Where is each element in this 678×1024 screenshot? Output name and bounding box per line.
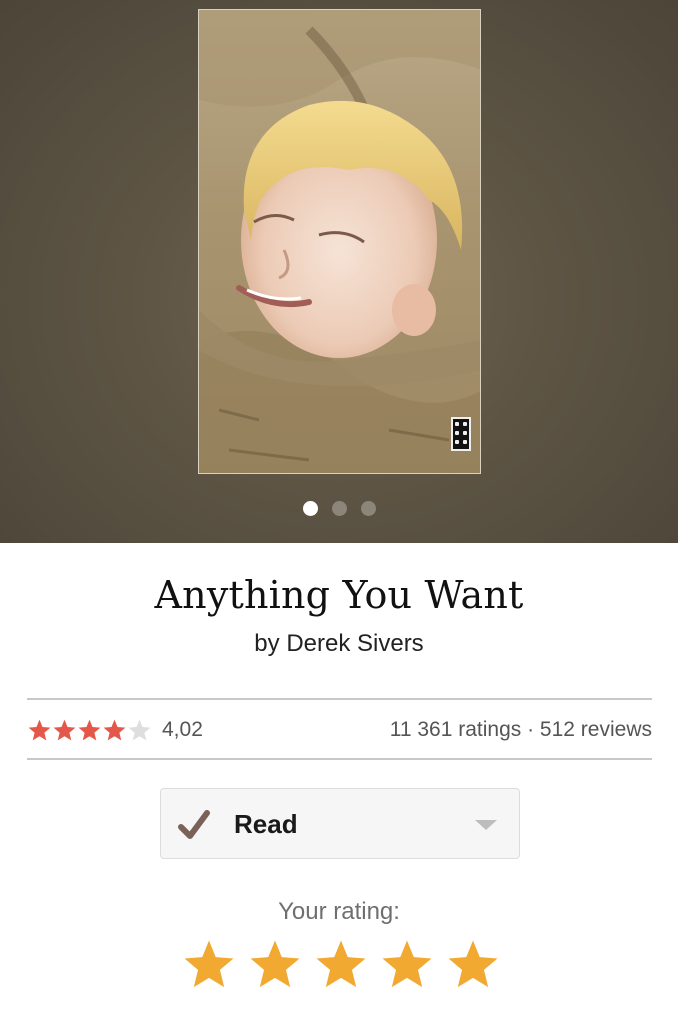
page-dot-2[interactable] (331, 501, 347, 516)
chevron-down-icon[interactable] (475, 820, 497, 830)
average-rating-value: 4,02 (162, 718, 203, 741)
your-rating-stars[interactable] (181, 937, 501, 993)
rating-star-1-icon[interactable] (181, 937, 237, 993)
your-rating-label: Your rating: (278, 898, 400, 925)
page-dot-3[interactable] (360, 501, 376, 516)
page-dot-1[interactable] (302, 501, 318, 516)
ratings-summary[interactable]: 4,02 11 361 ratings · 512 reviews (27, 700, 652, 760)
book-title: Anything You Want (154, 573, 524, 617)
rating-star-4-icon[interactable] (379, 937, 435, 993)
star-filled-icon (53, 719, 76, 740)
shelf-status-button[interactable]: Read (160, 788, 520, 859)
star-filled-icon (78, 719, 101, 740)
rating-star-2-icon[interactable] (247, 937, 303, 993)
star-filled-icon (28, 719, 51, 740)
cover-photo (199, 10, 480, 473)
shelf-status-label: Read (234, 809, 298, 839)
average-rating: 4,02 (27, 718, 203, 743)
average-rating-stars (27, 718, 152, 743)
carousel-page-indicator[interactable] (0, 501, 678, 516)
book-cover-carousel[interactable] (0, 0, 678, 543)
book-author[interactable]: by Derek Sivers (0, 630, 678, 658)
publisher-logo-icon (451, 417, 471, 451)
star-empty-icon (128, 719, 151, 740)
rating-star-5-icon[interactable] (445, 937, 501, 993)
star-filled-icon (103, 719, 126, 740)
checkmark-icon (178, 810, 210, 839)
divider-bottom (27, 758, 652, 760)
book-cover-image[interactable] (198, 9, 481, 474)
ratings-reviews-count[interactable]: 11 361 ratings · 512 reviews (390, 718, 652, 742)
rating-star-3-icon[interactable] (313, 937, 369, 993)
